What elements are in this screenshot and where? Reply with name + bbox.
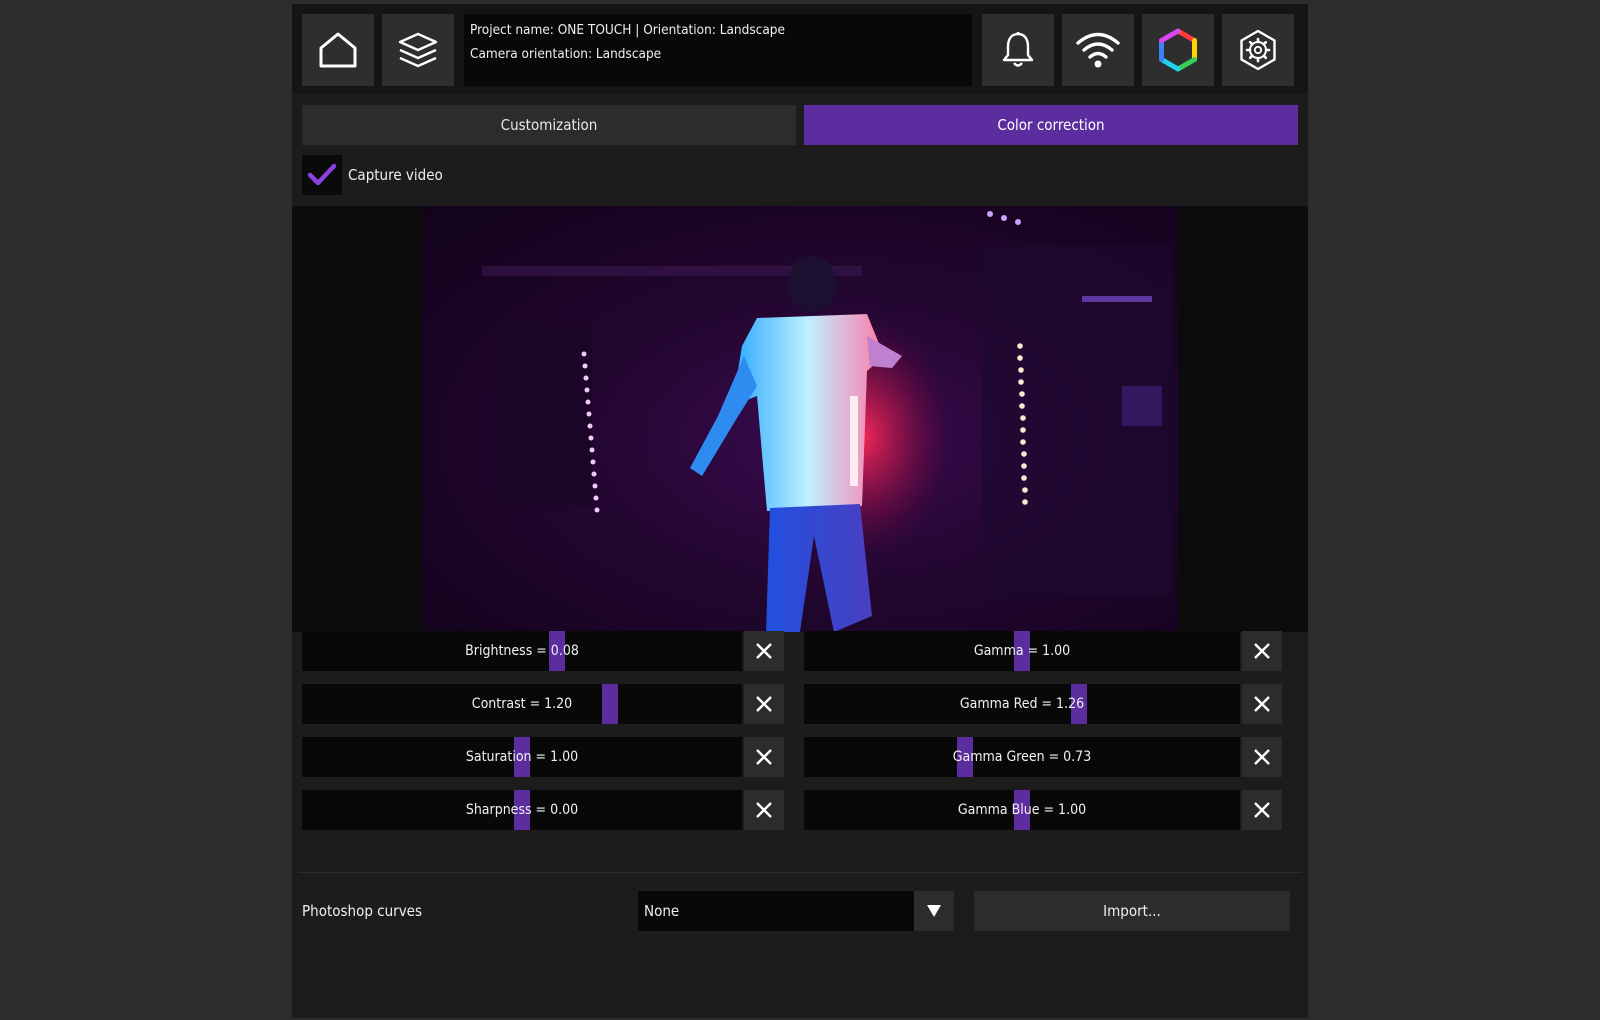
gamma-green-reset-button[interactable] [1242,737,1282,777]
bell-icon [1002,32,1034,67]
gamma-slider[interactable]: Gamma = 1.00 [804,631,1240,671]
brightness-reset-button[interactable] [744,631,784,671]
photoshop-curves-label: Photoshop curves [302,902,423,920]
contrast-reset-button[interactable] [744,684,784,724]
wifi-icon [1076,32,1120,68]
close-icon [756,802,772,818]
tab-color-correction[interactable]: Color correction [804,105,1298,145]
color-hexagon-icon [1159,28,1197,72]
import-button[interactable]: Import... [974,891,1290,931]
capture-video-label: Capture video [348,166,443,184]
brightness-slider[interactable]: Brightness = 0.08 [302,631,742,671]
settings-button[interactable] [1222,14,1294,86]
close-icon [756,696,772,712]
camera-frame-illustration [482,211,1172,632]
curves-dropdown-button[interactable] [914,891,954,931]
gamma-red-reset-button[interactable] [1242,684,1282,724]
close-icon [1254,802,1270,818]
saturation-reset-button[interactable] [744,737,784,777]
project-line: Project name: ONE TOUCH | Orientation: L… [470,22,785,38]
sharpness-label: Sharpness = 0.00 [465,802,579,818]
saturation-label: Saturation = 1.00 [465,749,579,765]
notifications-button[interactable] [982,14,1054,86]
layers-icon [398,32,438,68]
close-icon [1254,643,1270,659]
color-calibration-button[interactable] [1142,14,1214,86]
photoshop-curves-select[interactable]: None [638,891,914,931]
contrast-label: Contrast = 1.20 [471,696,573,712]
capture-video-checkbox[interactable] [302,155,342,195]
close-icon [1254,696,1270,712]
tab-customization[interactable]: Customization [302,105,796,145]
video-preview-area [292,206,1308,632]
close-icon [756,749,772,765]
camera-line: Camera orientation: Landscape [470,46,662,62]
close-icon [756,643,772,659]
brightness-label: Brightness = 0.08 [465,643,579,659]
header-bar: Project name: ONE TOUCH | Orientation: L… [292,4,1308,94]
sharpness-slider[interactable]: Sharpness = 0.00 [302,790,742,830]
home-button[interactable] [302,14,374,86]
checkmark-icon [307,163,337,186]
gamma-blue-label: Gamma Blue = 1.00 [957,802,1087,818]
wifi-button[interactable] [1062,14,1134,86]
layers-button[interactable] [382,14,454,86]
app-panel: Project name: ONE TOUCH | Orientation: L… [292,4,1308,1018]
close-icon [1254,749,1270,765]
settings-gear-icon [1240,29,1276,71]
camera-preview [422,206,1178,632]
home-icon [319,32,357,68]
project-info: Project name: ONE TOUCH | Orientation: L… [464,14,972,86]
triangle-down-icon [927,905,941,917]
gamma-blue-slider[interactable]: Gamma Blue = 1.00 [804,790,1240,830]
saturation-slider[interactable]: Saturation = 1.00 [302,737,742,777]
gamma-green-label: Gamma Green = 0.73 [952,749,1092,765]
gamma-red-slider[interactable]: Gamma Red = 1.26 [804,684,1240,724]
contrast-slider[interactable]: Contrast = 1.20 [302,684,742,724]
gamma-reset-button[interactable] [1242,631,1282,671]
gamma-green-slider[interactable]: Gamma Green = 0.73 [804,737,1240,777]
gamma-red-label: Gamma Red = 1.26 [959,696,1085,712]
sharpness-reset-button[interactable] [744,790,784,830]
gamma-label: Gamma = 1.00 [973,643,1071,659]
section-divider [298,872,1302,873]
gamma-blue-reset-button[interactable] [1242,790,1282,830]
